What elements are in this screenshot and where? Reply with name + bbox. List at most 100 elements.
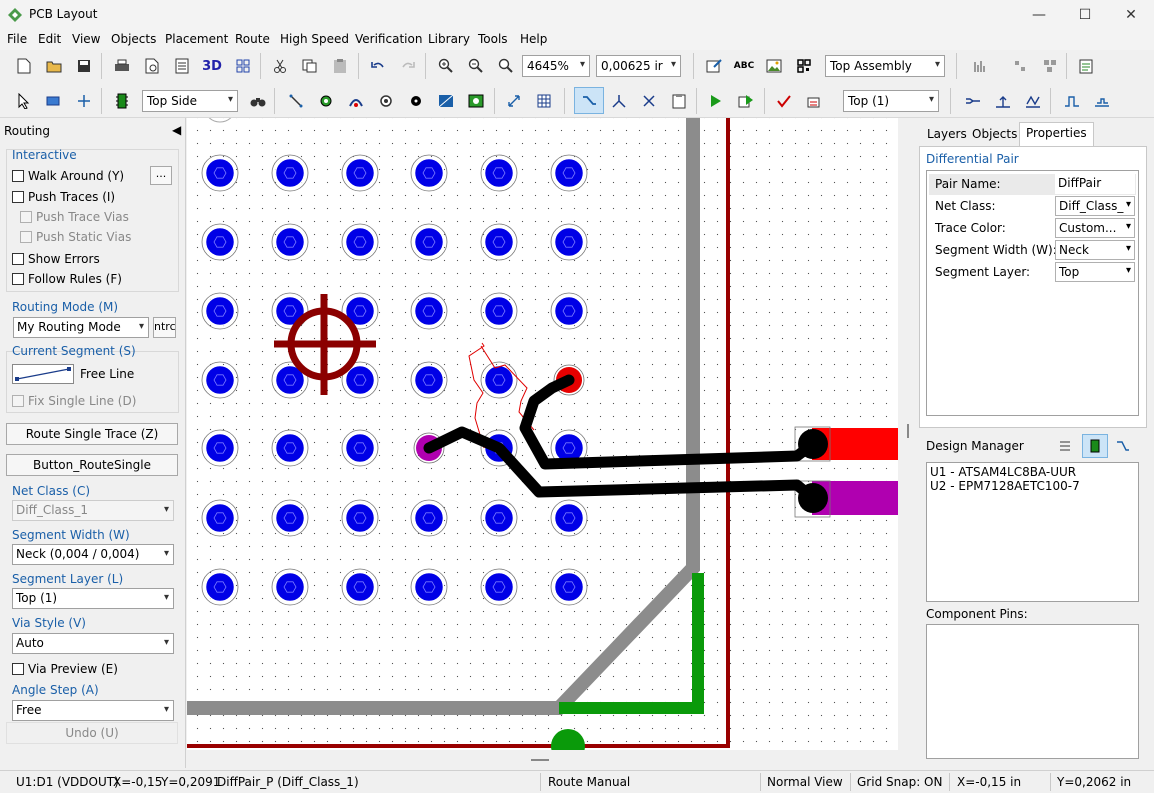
prop-value[interactable]: Custom... ▾ — [1055, 218, 1135, 238]
splitter[interactable] — [898, 118, 918, 768]
route-single-trace-button[interactable]: Route Single Trace (Z) — [6, 423, 178, 445]
menu-view[interactable]: View — [72, 32, 100, 46]
push-static-vias-checkbox[interactable]: Push Static Vias — [20, 230, 131, 244]
via[interactable] — [483, 571, 515, 603]
via[interactable] — [274, 502, 306, 534]
via[interactable] — [553, 571, 585, 603]
via[interactable] — [553, 295, 585, 327]
binoculars-icon[interactable] — [246, 89, 270, 113]
via[interactable] — [344, 157, 376, 189]
new-file-icon[interactable] — [12, 54, 36, 78]
via[interactable] — [344, 364, 376, 396]
side-combo[interactable]: Top Side ▾ — [142, 90, 238, 112]
select-cursor-icon[interactable] — [12, 89, 36, 113]
via[interactable] — [553, 157, 585, 189]
minimize-button[interactable]: — — [1016, 0, 1062, 30]
copper-pour-icon[interactable] — [464, 89, 488, 113]
drc-report-icon[interactable] — [802, 89, 826, 113]
undo-button[interactable]: Undo (U) — [6, 722, 178, 744]
step-icon[interactable] — [1090, 89, 1114, 113]
segment-width-combo[interactable]: Neck (0,004 / 0,004) ▾ — [12, 544, 174, 565]
via[interactable] — [413, 571, 445, 603]
close-button[interactable]: ✕ — [1108, 0, 1154, 30]
via[interactable] — [413, 364, 445, 396]
cut-icon[interactable] — [268, 54, 292, 78]
menu-placement[interactable]: Placement — [165, 32, 228, 46]
list-view-icon[interactable] — [1055, 436, 1075, 456]
via[interactable] — [344, 571, 376, 603]
via[interactable] — [413, 295, 445, 327]
menu-edit[interactable]: Edit — [38, 32, 61, 46]
via[interactable] — [553, 502, 585, 534]
via[interactable] — [413, 157, 445, 189]
meander-icon[interactable] — [1021, 89, 1045, 113]
tab-properties[interactable]: Properties — [1019, 122, 1094, 146]
save-icon[interactable] — [72, 54, 96, 78]
via[interactable] — [204, 571, 236, 603]
via[interactable] — [483, 502, 515, 534]
via[interactable] — [483, 226, 515, 258]
via[interactable] — [204, 226, 236, 258]
component-edit-icon[interactable] — [702, 54, 726, 78]
pad-tool-icon[interactable] — [314, 89, 338, 113]
align-icon[interactable] — [968, 54, 992, 78]
select-area-icon[interactable] — [42, 89, 66, 113]
collapse-panel-icon[interactable]: ◀ — [172, 123, 181, 137]
clipboard-route-icon[interactable] — [667, 89, 691, 113]
via[interactable] — [274, 226, 306, 258]
open-folder-icon[interactable] — [42, 54, 66, 78]
via[interactable] — [204, 295, 236, 327]
cross-probe-icon[interactable] — [637, 89, 661, 113]
zoom-combo[interactable]: 4645% ▾ — [522, 55, 590, 77]
copy-icon[interactable] — [298, 54, 322, 78]
bottom-splitter[interactable] — [187, 750, 898, 768]
report-icon[interactable] — [170, 54, 194, 78]
assembly-view-combo[interactable]: Top Assembly ▾ — [825, 55, 945, 77]
list-item[interactable]: U1 - ATSAM4LC8BA-UUR — [930, 465, 1076, 479]
segment-layer-combo[interactable]: Top (1) ▾ — [12, 588, 174, 609]
routing-mode-edit-button[interactable]: ntrc — [153, 317, 176, 338]
line-tool-icon[interactable] — [284, 89, 308, 113]
hole-tool-icon[interactable] — [404, 89, 428, 113]
pcb-canvas[interactable] — [187, 118, 898, 750]
list-item[interactable]: U2 - EPM7128AETC100-7 — [930, 479, 1080, 493]
menu-high-speed[interactable]: High Speed — [280, 32, 349, 46]
via[interactable] — [274, 432, 306, 464]
menu-objects[interactable]: Objects — [111, 32, 156, 46]
zoom-in-icon[interactable] — [434, 54, 458, 78]
qr-code-icon[interactable] — [792, 54, 816, 78]
prop-value[interactable]: DiffPair — [1055, 174, 1135, 194]
push-traces-checkbox[interactable]: Push Traces (I) — [12, 190, 115, 204]
grid-size-combo[interactable]: 0,00625 ir ▾ — [596, 55, 681, 77]
drc-check-icon[interactable] — [772, 89, 796, 113]
via[interactable] — [204, 364, 236, 396]
component-icon[interactable] — [110, 89, 134, 113]
route-trace-icon[interactable] — [574, 87, 604, 114]
menu-verification[interactable]: Verification — [355, 32, 422, 46]
redo-icon[interactable] — [396, 54, 420, 78]
pulse-icon[interactable] — [1060, 89, 1084, 113]
via[interactable] — [344, 502, 376, 534]
print-icon[interactable] — [110, 54, 134, 78]
more-options-button[interactable]: ... — [150, 166, 172, 185]
tab-objects[interactable]: Objects — [966, 124, 1023, 146]
crosshair-icon[interactable] — [72, 89, 96, 113]
prop-value[interactable]: Top ▾ — [1055, 262, 1135, 282]
via[interactable] — [413, 226, 445, 258]
print-preview-icon[interactable] — [140, 54, 164, 78]
fanout-icon[interactable] — [607, 89, 631, 113]
angle-step-combo[interactable]: Free ▾ — [12, 700, 174, 721]
menu-route[interactable]: Route — [235, 32, 270, 46]
via[interactable] — [483, 157, 515, 189]
diff-pair-icon[interactable] — [961, 89, 985, 113]
fix-single-line-checkbox[interactable]: Fix Single Line (D) — [12, 394, 136, 408]
push-trace-vias-checkbox[interactable]: Push Trace Vias — [20, 210, 129, 224]
via[interactable] — [344, 226, 376, 258]
undo-icon[interactable] — [366, 54, 390, 78]
length-tune-icon[interactable] — [991, 89, 1015, 113]
image-icon[interactable] — [762, 54, 786, 78]
menu-tools[interactable]: Tools — [478, 32, 508, 46]
follow-rules-checkbox[interactable]: Follow Rules (F) — [12, 272, 122, 286]
layout-grid-icon[interactable] — [231, 54, 255, 78]
routing-mode-combo[interactable]: My Routing Mode ▾ — [13, 317, 149, 338]
